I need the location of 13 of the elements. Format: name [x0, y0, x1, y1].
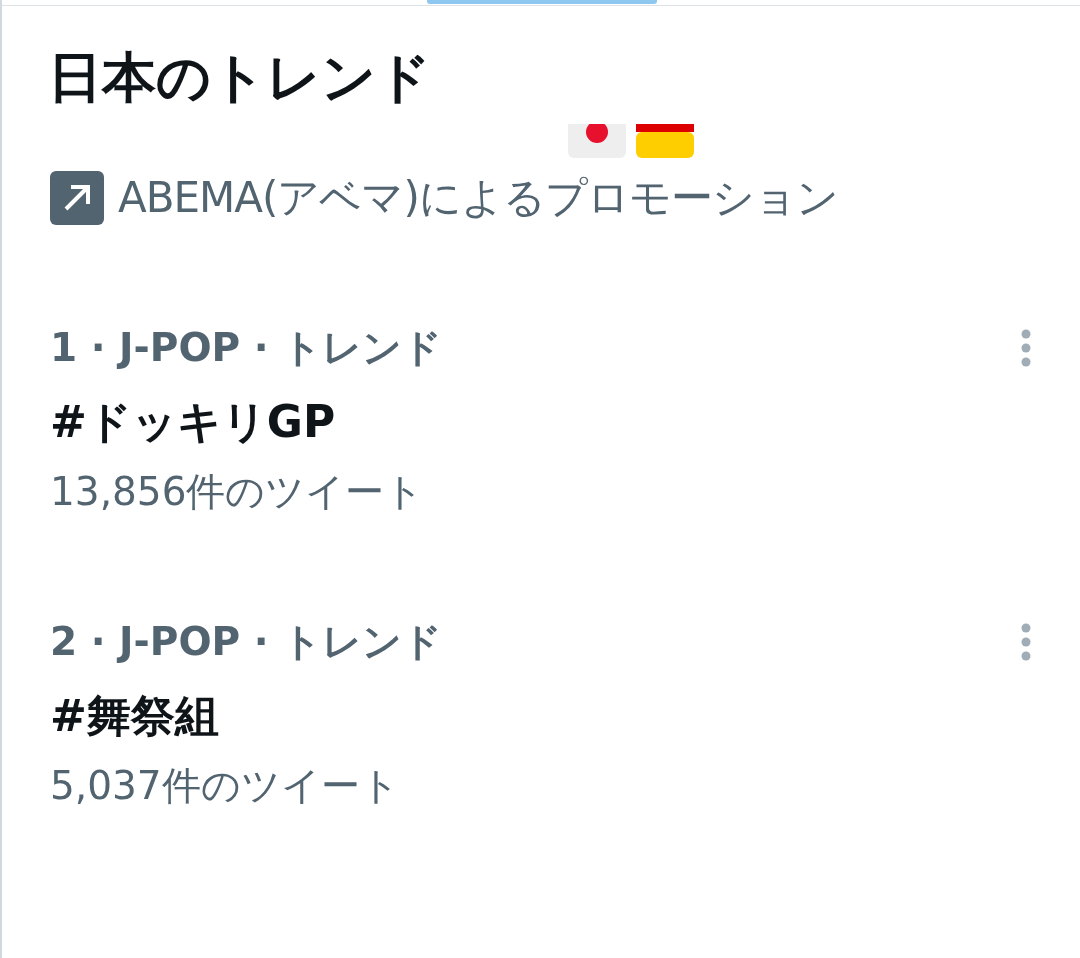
flag-icon: [568, 124, 626, 158]
more-icon[interactable]: [1020, 328, 1032, 368]
flag-icon: [636, 124, 694, 158]
tweet-count: 13,856件のツイート: [50, 468, 426, 516]
promoted-label[interactable]: ABEMA(アベマ)によるプロモーション: [118, 170, 838, 226]
promoted-icon: [50, 171, 104, 225]
trend-name[interactable]: #ドッキリGP: [50, 392, 1080, 452]
page-title: 日本のトレンド: [48, 45, 432, 111]
trend-meta: 1 · J-POP · トレンド: [50, 324, 443, 372]
trend-name[interactable]: #舞祭組: [50, 686, 1080, 746]
more-icon[interactable]: [1020, 622, 1032, 662]
trend-meta: 2 · J-POP · トレンド: [50, 618, 443, 666]
tweet-count: 5,037件のツイート: [50, 762, 401, 810]
